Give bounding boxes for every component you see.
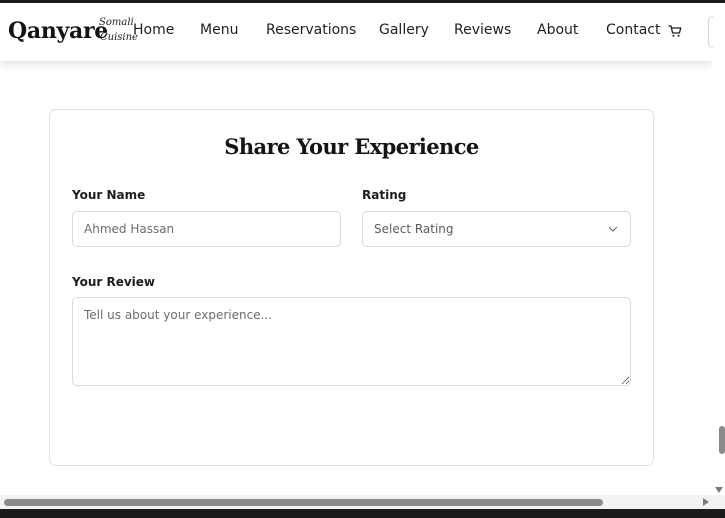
rating-select[interactable]: Select Rating [362, 211, 631, 247]
brand-logo[interactable]: Qanyare [8, 18, 108, 44]
nav-menu[interactable]: Menu [200, 22, 238, 38]
nav-about[interactable]: About [537, 22, 578, 38]
scroll-down-arrow-icon[interactable] [715, 487, 723, 493]
form-title: Share Your Experience [224, 134, 479, 159]
name-label: Your Name [72, 188, 146, 202]
nav-home[interactable]: Home [133, 22, 174, 38]
review-textarea[interactable] [72, 297, 631, 386]
horizontal-scrollbar[interactable] [0, 495, 725, 509]
nav-gallery[interactable]: Gallery [379, 22, 429, 38]
cart-icon[interactable] [668, 24, 682, 38]
site-header: Qanyare Somali Cuisine Home Menu Reserva… [0, 3, 725, 61]
nav-contact[interactable]: Contact [606, 22, 660, 38]
scroll-right-arrow-icon[interactable] [703, 498, 709, 506]
rating-select-value: Select Rating [374, 222, 454, 236]
review-form-card: Share Your Experience Your Name Rating S… [49, 109, 654, 466]
vertical-scrollbar-thumb[interactable] [719, 426, 725, 454]
review-label: Your Review [72, 275, 156, 289]
rating-label: Rating [362, 188, 407, 202]
chevron-down-icon [608, 226, 618, 232]
page-viewport: Qanyare Somali Cuisine Home Menu Reserva… [0, 3, 725, 498]
vertical-scrollbar[interactable] [713, 3, 725, 498]
nav-reservations[interactable]: Reservations [266, 22, 356, 38]
name-input[interactable] [72, 211, 341, 247]
nav-reviews[interactable]: Reviews [454, 22, 511, 38]
horizontal-scrollbar-thumb[interactable] [4, 499, 603, 506]
